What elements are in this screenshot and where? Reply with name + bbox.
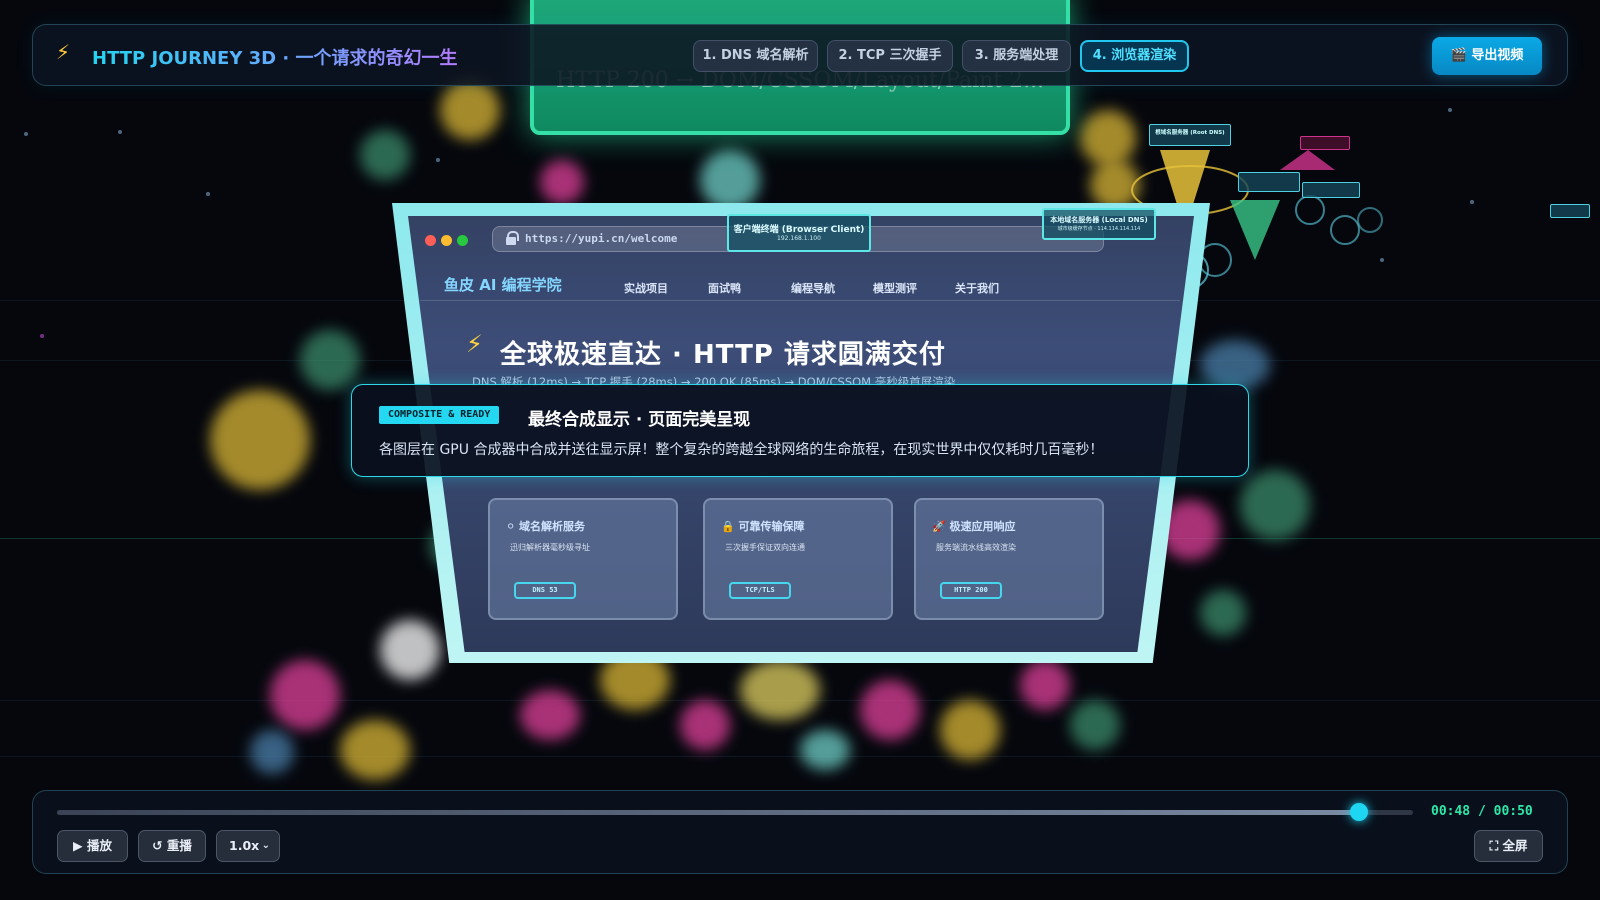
bokeh-particle (740, 660, 820, 720)
lock-icon: 🔒 (721, 520, 739, 533)
bokeh-particle (250, 730, 294, 774)
tld-dns-label (1238, 172, 1300, 192)
site-nav-item: 实战项目 (624, 282, 668, 295)
card-title: 域名解析服务 (519, 520, 586, 533)
site-nav-item: 模型测评 (873, 282, 917, 295)
feature-card-http: 🚀 极速应用响应 服务端流水线高效渲染 HTTP 200 (914, 498, 1104, 620)
bokeh-particle (680, 700, 730, 750)
local-dns-tag: 本地域名服务器 (Local DNS) 城市级缓存节点 · 114.114.11… (1042, 208, 1156, 240)
bokeh-particle (380, 620, 440, 680)
lightning-icon: ⚡ (56, 40, 71, 64)
tab-step-render[interactable]: 4. 浏览器渲染 (1080, 40, 1189, 72)
root-dns-label: 根域名服务器 (Root DNS) (1149, 124, 1231, 146)
bokeh-particle (1200, 340, 1270, 390)
bokeh-particle (520, 690, 580, 740)
star (24, 132, 28, 136)
bokeh-particle (210, 390, 310, 490)
star (436, 158, 440, 162)
client-node-tag: 客户端终端 (Browser Client) 192.168.1.100 (727, 214, 871, 252)
tab-step-tcp[interactable]: 2. TCP 三次握手 (827, 40, 953, 72)
bokeh-particle (440, 80, 500, 140)
speed-select[interactable]: 1.0x ⌄ (216, 830, 280, 862)
feature-card-tcp: 🔒 可靠传输保障 三次握手保证双向连通 TCP/TLS (703, 498, 893, 620)
rocket-icon: 🚀 (932, 520, 950, 533)
minimize-dot-icon (441, 235, 452, 246)
edge-node-label (1550, 204, 1590, 218)
bokeh-particle (1020, 660, 1070, 710)
stage-description: 各图层在 GPU 合成器中合成并送往显示屏！整个复杂的跨越全球网络的生命旅程，在… (379, 442, 1104, 458)
site-nav-item: 面试鸭 (708, 282, 741, 295)
star (1448, 108, 1452, 112)
star (1470, 200, 1474, 204)
bokeh-particle (700, 150, 760, 210)
bokeh-particle (860, 680, 920, 740)
close-dot-icon (425, 235, 436, 246)
card-title: 极速应用响应 (949, 520, 1016, 533)
bokeh-particle (340, 720, 410, 780)
card-desc: 服务端流水线高效渲染 (936, 543, 1016, 552)
play-button[interactable]: ▶ 播放 (57, 830, 128, 862)
bokeh-particle (1070, 700, 1120, 750)
app-title: HTTP JOURNEY 3D · 一个请求的奇幻一生 (92, 44, 457, 70)
star (118, 130, 122, 134)
star (40, 334, 44, 338)
stage-title: 最终合成显示 · 页面完美呈现 (528, 410, 751, 430)
browser-url: https://yupi.cn/welcome (525, 232, 678, 245)
fullscreen-button[interactable]: ⛶ 全屏 (1474, 830, 1543, 862)
bokeh-particle (940, 700, 1000, 760)
timeline-scrubber-handle[interactable] (1349, 803, 1368, 821)
timeline-progress (57, 810, 1359, 815)
lightning-icon: ⚡ (466, 330, 483, 358)
bokeh-particle (1080, 110, 1136, 166)
card-title: 可靠传输保障 (738, 520, 805, 533)
chevron-down-icon: ⌄ (261, 840, 270, 851)
bokeh-particle (270, 660, 340, 730)
feature-card-dns: ⚪ 域名解析服务 迅归解析器毫秒级寻址 DNS 53 (488, 498, 678, 620)
lock-icon (506, 231, 519, 245)
bokeh-particle (1240, 470, 1310, 540)
site-brand: 鱼皮 AI 编程学院 (444, 276, 562, 294)
card-desc: 三次握手保证双向连通 (725, 543, 805, 552)
bokeh-particle (360, 130, 410, 180)
bokeh-particle (800, 730, 850, 770)
time-display: 00:48 / 00:50 (1431, 804, 1533, 819)
stage-info-panel (351, 384, 1249, 477)
bokeh-particle (540, 160, 584, 204)
card-desc: 迅归解析器毫秒级寻址 (510, 543, 590, 552)
hero-title: 全球极速直达 · HTTP 请求圆满交付 (500, 340, 946, 370)
scanline (0, 756, 1600, 757)
star (206, 192, 210, 196)
site-nav-item: 编程导航 (791, 282, 835, 295)
site-divider (420, 300, 1180, 301)
card-badge: TCP/TLS (729, 582, 791, 599)
bokeh-particle (300, 330, 360, 390)
card-badge: DNS 53 (514, 582, 576, 599)
maximize-dot-icon (457, 235, 468, 246)
stage-badge: COMPOSITE & READY (379, 406, 500, 424)
card-badge: HTTP 200 (940, 582, 1002, 599)
tab-step-dns[interactable]: 1. DNS 域名解析 (693, 40, 818, 72)
globe-icon: ⚪ (506, 520, 520, 533)
cache-node-label (1302, 182, 1360, 198)
replay-button[interactable]: ↺ 重播 (138, 830, 206, 862)
tab-step-server[interactable]: 3. 服务端处理 (962, 40, 1071, 72)
site-nav-item: 关于我们 (955, 282, 999, 295)
speed-value: 1.0x (229, 838, 260, 853)
auth-dns-label (1300, 136, 1350, 150)
export-video-button[interactable]: 🎬 导出视频 (1432, 37, 1542, 75)
bokeh-particle (1200, 590, 1246, 636)
timeline-track[interactable] (57, 810, 1413, 815)
